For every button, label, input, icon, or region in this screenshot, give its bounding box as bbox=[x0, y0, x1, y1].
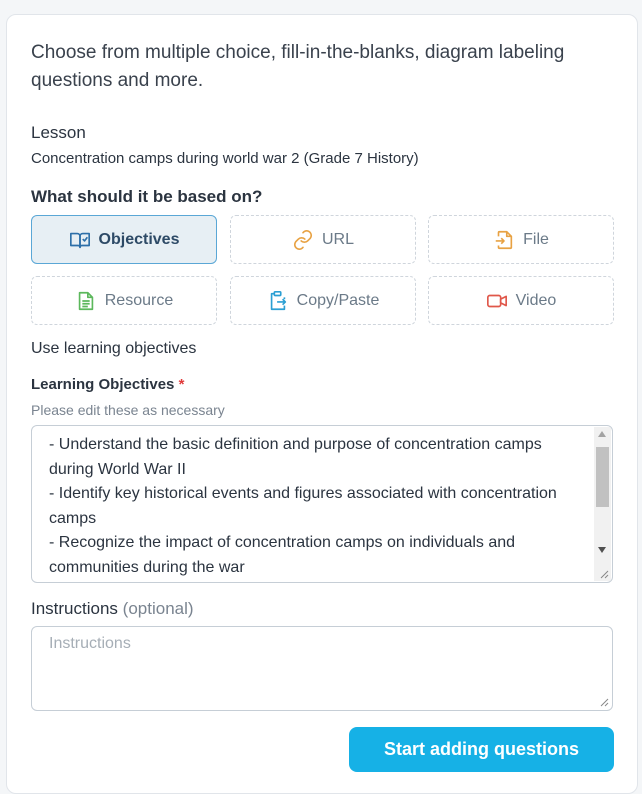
document-icon bbox=[78, 291, 93, 310]
textarea-scrollbar[interactable] bbox=[594, 427, 611, 581]
resize-grip-icon[interactable] bbox=[599, 697, 609, 707]
option-resource-label: Resource bbox=[104, 291, 174, 309]
open-book-icon bbox=[69, 232, 90, 248]
option-video-label: Video bbox=[515, 291, 557, 309]
video-icon bbox=[486, 294, 507, 307]
instructions-optional-label: (optional) bbox=[122, 599, 194, 618]
required-mark: * bbox=[178, 376, 185, 393]
lesson-value: Concentration camps during world war 2 (… bbox=[31, 150, 419, 167]
instructions-placeholder: Instructions bbox=[49, 635, 131, 652]
instructions-textarea[interactable]: Instructions bbox=[31, 626, 613, 711]
learning-objectives-textarea[interactable]: - Understand the basic definition and pu… bbox=[31, 425, 613, 583]
option-url-label: URL bbox=[321, 230, 354, 248]
option-objectives-label: Objectives bbox=[98, 230, 180, 248]
option-file[interactable]: File bbox=[428, 215, 614, 264]
option-file-label: File bbox=[523, 230, 549, 248]
option-objectives[interactable]: Objectives bbox=[31, 215, 217, 264]
lesson-heading: Lesson bbox=[31, 123, 86, 142]
resize-grip-icon[interactable] bbox=[599, 569, 609, 579]
option-url[interactable]: URL bbox=[230, 215, 416, 264]
option-copy-paste-label: Copy/Paste bbox=[296, 291, 380, 309]
start-adding-questions-button[interactable]: Start adding questions bbox=[349, 727, 614, 772]
scroll-up-arrow-icon[interactable] bbox=[598, 431, 606, 437]
intro-text: Choose from multiple choice, fill-in-the… bbox=[31, 42, 565, 91]
question-builder-card: Choose from multiple choice, fill-in-the… bbox=[6, 14, 638, 794]
learning-objectives-text[interactable]: - Understand the basic definition and pu… bbox=[49, 433, 589, 580]
option-resource[interactable]: Resource bbox=[31, 276, 217, 325]
instructions-label: Instructions bbox=[31, 599, 118, 618]
link-icon bbox=[293, 229, 313, 250]
based-on-heading: What should it be based on? bbox=[31, 187, 263, 206]
learning-objectives-label: Learning Objectives bbox=[31, 376, 175, 393]
scroll-thumb[interactable] bbox=[596, 447, 609, 507]
instructions-heading: Instructions (optional) bbox=[31, 599, 194, 619]
option-copy-paste[interactable]: Copy/Paste bbox=[230, 276, 416, 325]
option-video[interactable]: Video bbox=[428, 276, 614, 325]
learning-objectives-heading: Learning Objectives * bbox=[31, 376, 184, 393]
file-import-icon bbox=[495, 230, 513, 249]
scroll-down-arrow-icon[interactable] bbox=[598, 547, 606, 553]
learning-objectives-subtext: Please edit these as necessary bbox=[31, 402, 225, 418]
use-learning-objectives-text: Use learning objectives bbox=[31, 340, 197, 357]
clipboard-icon bbox=[270, 290, 286, 310]
